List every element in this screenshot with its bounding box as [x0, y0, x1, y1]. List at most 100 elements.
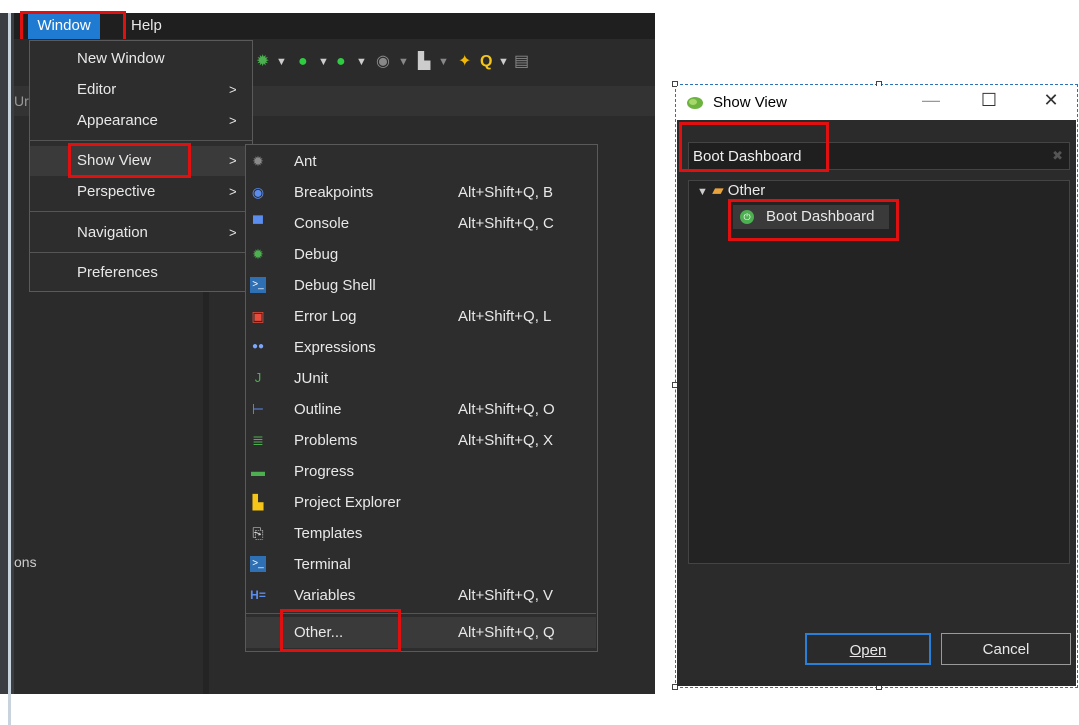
minimize-button[interactable]: —	[921, 90, 941, 111]
chevron-down-icon[interactable]: ▼	[697, 186, 708, 198]
submenu-arrow-icon: >	[229, 82, 237, 97]
view-item-label: Outline	[294, 401, 342, 418]
view-item-templates[interactable]: ⎘ Templates	[246, 518, 596, 549]
menu-item-new-window[interactable]: New Window	[30, 44, 252, 74]
close-button[interactable]: ✕	[1041, 90, 1061, 111]
highlight-show-view	[68, 143, 191, 178]
menu-item-label: Perspective	[77, 183, 156, 200]
ide-left-edge	[0, 13, 14, 694]
dropdown-arrow-icon[interactable]: ▼	[276, 52, 287, 72]
menu-item-label: Appearance	[77, 112, 158, 129]
view-item-debug[interactable]: ✹ Debug	[246, 239, 596, 270]
menu-item-editor[interactable]: Editor >	[30, 75, 252, 105]
outline-icon: ⊢	[251, 401, 265, 417]
view-item-variables[interactable]: H= Variables Alt+Shift+Q, V	[246, 580, 596, 611]
open-button[interactable]: Open	[805, 633, 931, 665]
view-item-label: Ant	[294, 153, 317, 170]
view-item-progress[interactable]: ▬ Progress	[246, 456, 596, 487]
ant-icon: ✹	[252, 153, 264, 169]
dialog-title-bar[interactable]: Show View — ☐ ✕	[677, 86, 1076, 120]
view-item-label: Terminal	[294, 556, 351, 573]
tree-node-other[interactable]: ▼ ▰ Other	[697, 181, 765, 201]
view-item-label: Debug Shell	[294, 277, 376, 294]
tree-node-label: Other	[727, 182, 766, 199]
view-item-junit[interactable]: J JUnit	[246, 363, 596, 394]
submenu-arrow-icon: >	[229, 113, 237, 128]
view-item-project-explorer[interactable]: ▙ Project Explorer	[246, 487, 596, 518]
maximize-button[interactable]: ☐	[979, 90, 999, 111]
view-tab-fragment: Ur	[14, 93, 29, 109]
view-item-console[interactable]: ▀ Console Alt+Shift+Q, C	[246, 208, 596, 239]
project-explorer-icon: ▙	[252, 494, 264, 510]
run-icon[interactable]: ●	[298, 52, 308, 72]
view-item-shortcut: Alt+Shift+Q, L	[458, 308, 552, 325]
menu-item-label: Editor	[77, 81, 117, 98]
dropdown-arrow-icon[interactable]: ▼	[438, 52, 449, 72]
menu-item-label: Preferences	[77, 264, 158, 281]
menu-item-navigation[interactable]: Navigation >	[30, 218, 252, 248]
view-item-shortcut: Alt+Shift+Q, Q	[458, 624, 555, 641]
search-icon[interactable]: Q	[480, 52, 492, 72]
view-item-terminal[interactable]: >_ Terminal	[246, 549, 596, 580]
variables-icon: H=	[250, 588, 266, 602]
open-type-icon[interactable]: ✦	[458, 52, 471, 72]
menu-item-preferences[interactable]: Preferences	[30, 258, 252, 288]
highlight-boot-dashboard	[728, 199, 899, 241]
open-button-label: Open	[849, 642, 887, 659]
menu-item-appearance[interactable]: Appearance >	[30, 106, 252, 136]
toolbar-item-icon[interactable]: ▤	[514, 52, 529, 72]
dropdown-arrow-icon[interactable]: ▼	[318, 52, 329, 72]
menu-item-label: New Window	[77, 50, 165, 67]
view-item-label: Expressions	[294, 339, 376, 356]
new-icon[interactable]: ▙	[418, 52, 430, 72]
debug-icon: ✹	[252, 246, 264, 262]
submenu-arrow-icon: >	[229, 225, 237, 240]
problems-icon: ≣	[252, 432, 264, 448]
breakpoints-icon: ◉	[251, 184, 265, 200]
highlight-other	[280, 609, 401, 652]
submenu-arrow-icon: >	[229, 184, 237, 199]
view-item-expressions[interactable]: ●● Expressions	[246, 332, 596, 363]
menu-help[interactable]: Help	[124, 13, 169, 39]
view-item-outline[interactable]: ⊢ Outline Alt+Shift+Q, O	[246, 394, 596, 425]
view-text-fragment: ons	[14, 554, 37, 570]
view-item-label: Problems	[294, 432, 358, 449]
view-item-shortcut: Alt+Shift+Q, X	[458, 432, 554, 449]
submenu-arrow-icon: >	[229, 153, 237, 168]
templates-icon: ⎘	[252, 525, 264, 541]
external-tools-icon[interactable]: ◉	[376, 52, 390, 72]
view-item-label: Variables	[294, 587, 356, 604]
ide-left-border	[8, 13, 11, 725]
menu-separator	[30, 252, 252, 253]
folder-icon: ▰	[712, 182, 724, 199]
console-icon: ▀	[253, 215, 263, 231]
view-item-problems[interactable]: ≣ Problems Alt+Shift+Q, X	[246, 425, 596, 456]
view-item-shortcut: Alt+Shift+Q, V	[458, 587, 554, 604]
coverage-icon[interactable]: ●	[336, 52, 346, 72]
view-item-breakpoints[interactable]: ◉ Breakpoints Alt+Shift+Q, B	[246, 177, 596, 208]
terminal-icon: >_	[250, 556, 266, 572]
view-item-label: Debug	[294, 246, 339, 263]
progress-icon: ▬	[251, 463, 265, 479]
junit-icon: J	[254, 370, 262, 385]
expressions-icon: ●●	[251, 341, 265, 352]
view-item-shortcut: Alt+Shift+Q, C	[458, 215, 554, 232]
cancel-button[interactable]: Cancel	[941, 633, 1071, 665]
view-item-debug-shell[interactable]: >_ Debug Shell	[246, 270, 596, 301]
dropdown-arrow-icon[interactable]: ▼	[398, 52, 409, 72]
dropdown-arrow-icon[interactable]: ▼	[498, 52, 509, 72]
menu-separator	[30, 211, 252, 212]
view-item-ant[interactable]: ✹ Ant	[246, 146, 596, 177]
view-item-label: Console	[294, 215, 350, 232]
menu-item-perspective[interactable]: Perspective >	[30, 177, 252, 207]
view-item-label: Error Log	[294, 308, 357, 325]
clear-icon[interactable]: ✖	[1052, 148, 1063, 164]
menu-separator	[30, 140, 252, 141]
view-item-label: Progress	[294, 463, 355, 480]
view-item-shortcut: Alt+Shift+Q, O	[458, 401, 555, 418]
view-item-label: Breakpoints	[294, 184, 374, 201]
view-item-error-log[interactable]: ▣ Error Log Alt+Shift+Q, L	[246, 301, 596, 332]
debug-toolbar-icon[interactable]: ✹	[256, 52, 269, 72]
error-log-icon: ▣	[251, 308, 265, 324]
dropdown-arrow-icon[interactable]: ▼	[356, 52, 367, 72]
